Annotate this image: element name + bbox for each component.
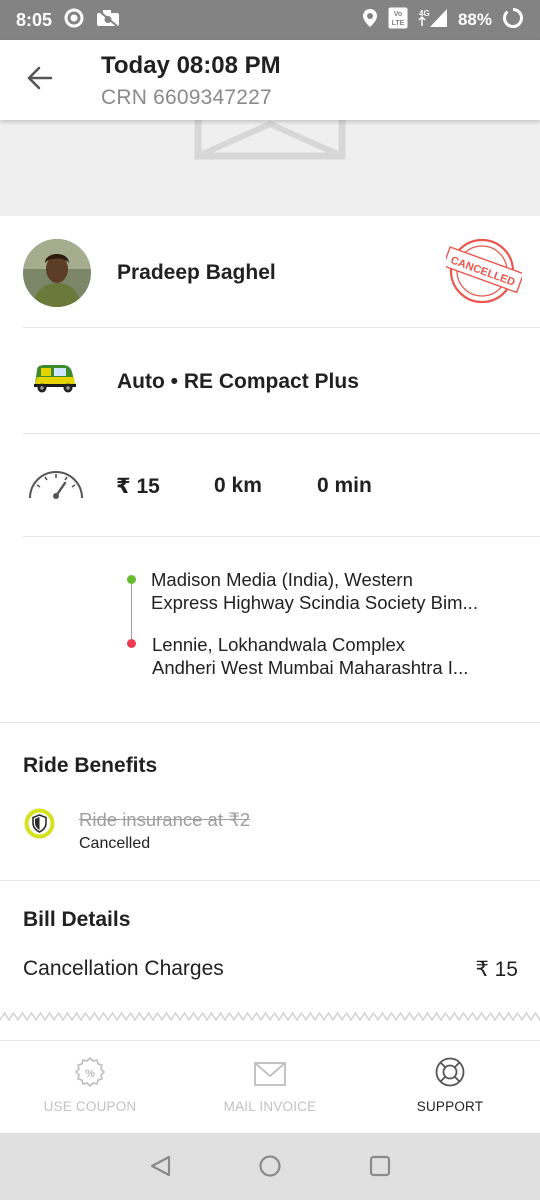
svg-text:%: % <box>85 1068 95 1080</box>
nav-recents-icon[interactable] <box>368 1154 392 1183</box>
auto-rickshaw-icon <box>33 364 77 399</box>
use-coupon-button[interactable]: % USE COUPON <box>0 1041 180 1133</box>
support-label: SUPPORT <box>416 1099 484 1114</box>
distance: 0 km <box>214 474 262 497</box>
driver-name: Pradeep Baghel <box>117 261 276 284</box>
ride-insurance-status: Cancelled <box>79 835 151 852</box>
mail-invoice-label: MAIL INVOICE <box>223 1099 317 1114</box>
status-right: Vo LTE 4G 88% <box>362 7 524 34</box>
nav-home-icon[interactable] <box>258 1154 282 1183</box>
divider <box>0 722 540 723</box>
drop-line-1: Lennie, Lokhandwala Complex <box>152 634 406 655</box>
pickup-dot <box>127 575 136 584</box>
shield-icon <box>24 808 55 844</box>
signal-icon: 4G <box>418 8 448 33</box>
app-bar: Today 08:08 PM CRN 6609347227 <box>0 40 540 120</box>
camera-off-icon <box>96 9 120 32</box>
bottom-actions: % USE COUPON MAIL INVOICE SUPPORT <box>0 1040 540 1133</box>
mail-invoice-button[interactable]: MAIL INVOICE <box>180 1041 360 1133</box>
pickup-line-2: Express Highway Scindia Society Bim... <box>151 592 478 613</box>
ride-stats-row: ₹ 15 0 km 0 min <box>0 434 540 537</box>
vehicle-type: Auto • RE Compact Plus <box>117 370 359 393</box>
coupon-icon: % <box>74 1056 106 1093</box>
status-bar: 8:05 Vo LTE 4G 88% <box>0 0 540 40</box>
fare-amount: ₹ 15 <box>116 475 160 498</box>
location-icon <box>362 8 378 33</box>
crn-number: CRN 6609347227 <box>101 86 272 109</box>
ride-insurance-label: Ride insurance at ₹2 <box>79 809 251 830</box>
mail-icon <box>254 1056 286 1091</box>
driver-row: Pradeep Baghel CANCELLED <box>0 216 540 328</box>
battery-percent: 88% <box>457 10 492 29</box>
support-button[interactable]: SUPPORT <box>360 1041 540 1133</box>
pickup-line-1: Madison Media (India), Western <box>151 569 413 590</box>
map-placeholder <box>0 120 540 216</box>
route-section: Madison Media (India), Western Express H… <box>0 538 540 722</box>
use-coupon-label: USE COUPON <box>43 1099 137 1114</box>
drop-address: Lennie, Lokhandwala Complex Andheri West… <box>152 633 502 679</box>
system-nav-bar <box>0 1133 540 1200</box>
svg-text:Vo: Vo <box>394 11 402 18</box>
svg-text:LTE: LTE <box>392 20 405 27</box>
route-connector <box>131 582 132 642</box>
duration: 0 min <box>317 474 372 497</box>
ride-benefits-title: Ride Benefits <box>23 754 158 777</box>
cancellation-charges-label: Cancellation Charges <box>23 957 224 980</box>
back-button[interactable] <box>20 62 60 98</box>
receipt-edge <box>0 1011 540 1022</box>
pickup-address: Madison Media (India), Western Express H… <box>151 568 501 614</box>
drop-line-2: Andheri West Mumbai Maharashtra I... <box>152 657 469 678</box>
lifebuoy-icon <box>434 1056 466 1093</box>
drop-dot <box>127 639 136 648</box>
cancelled-stamp: CANCELLED <box>442 238 525 311</box>
status-time: 8:05 <box>16 9 53 30</box>
svg-text:4G: 4G <box>419 9 430 18</box>
driver-avatar <box>23 239 91 307</box>
nav-back-icon[interactable] <box>149 1154 173 1183</box>
divider <box>0 880 540 881</box>
bill-details-title: Bill Details <box>23 908 131 931</box>
record-icon <box>64 8 84 33</box>
battery-icon <box>502 7 524 34</box>
vehicle-row: Auto • RE Compact Plus <box>0 330 540 434</box>
arrow-left-icon <box>27 66 53 95</box>
speedometer-icon <box>27 465 85 506</box>
divider <box>23 536 540 537</box>
map-image-icon <box>194 120 346 165</box>
page-title: Today 08:08 PM <box>101 52 281 79</box>
divider <box>23 327 540 328</box>
volte-icon: Vo LTE <box>388 7 408 34</box>
cancellation-charges-amount: ₹ 15 <box>475 958 518 981</box>
